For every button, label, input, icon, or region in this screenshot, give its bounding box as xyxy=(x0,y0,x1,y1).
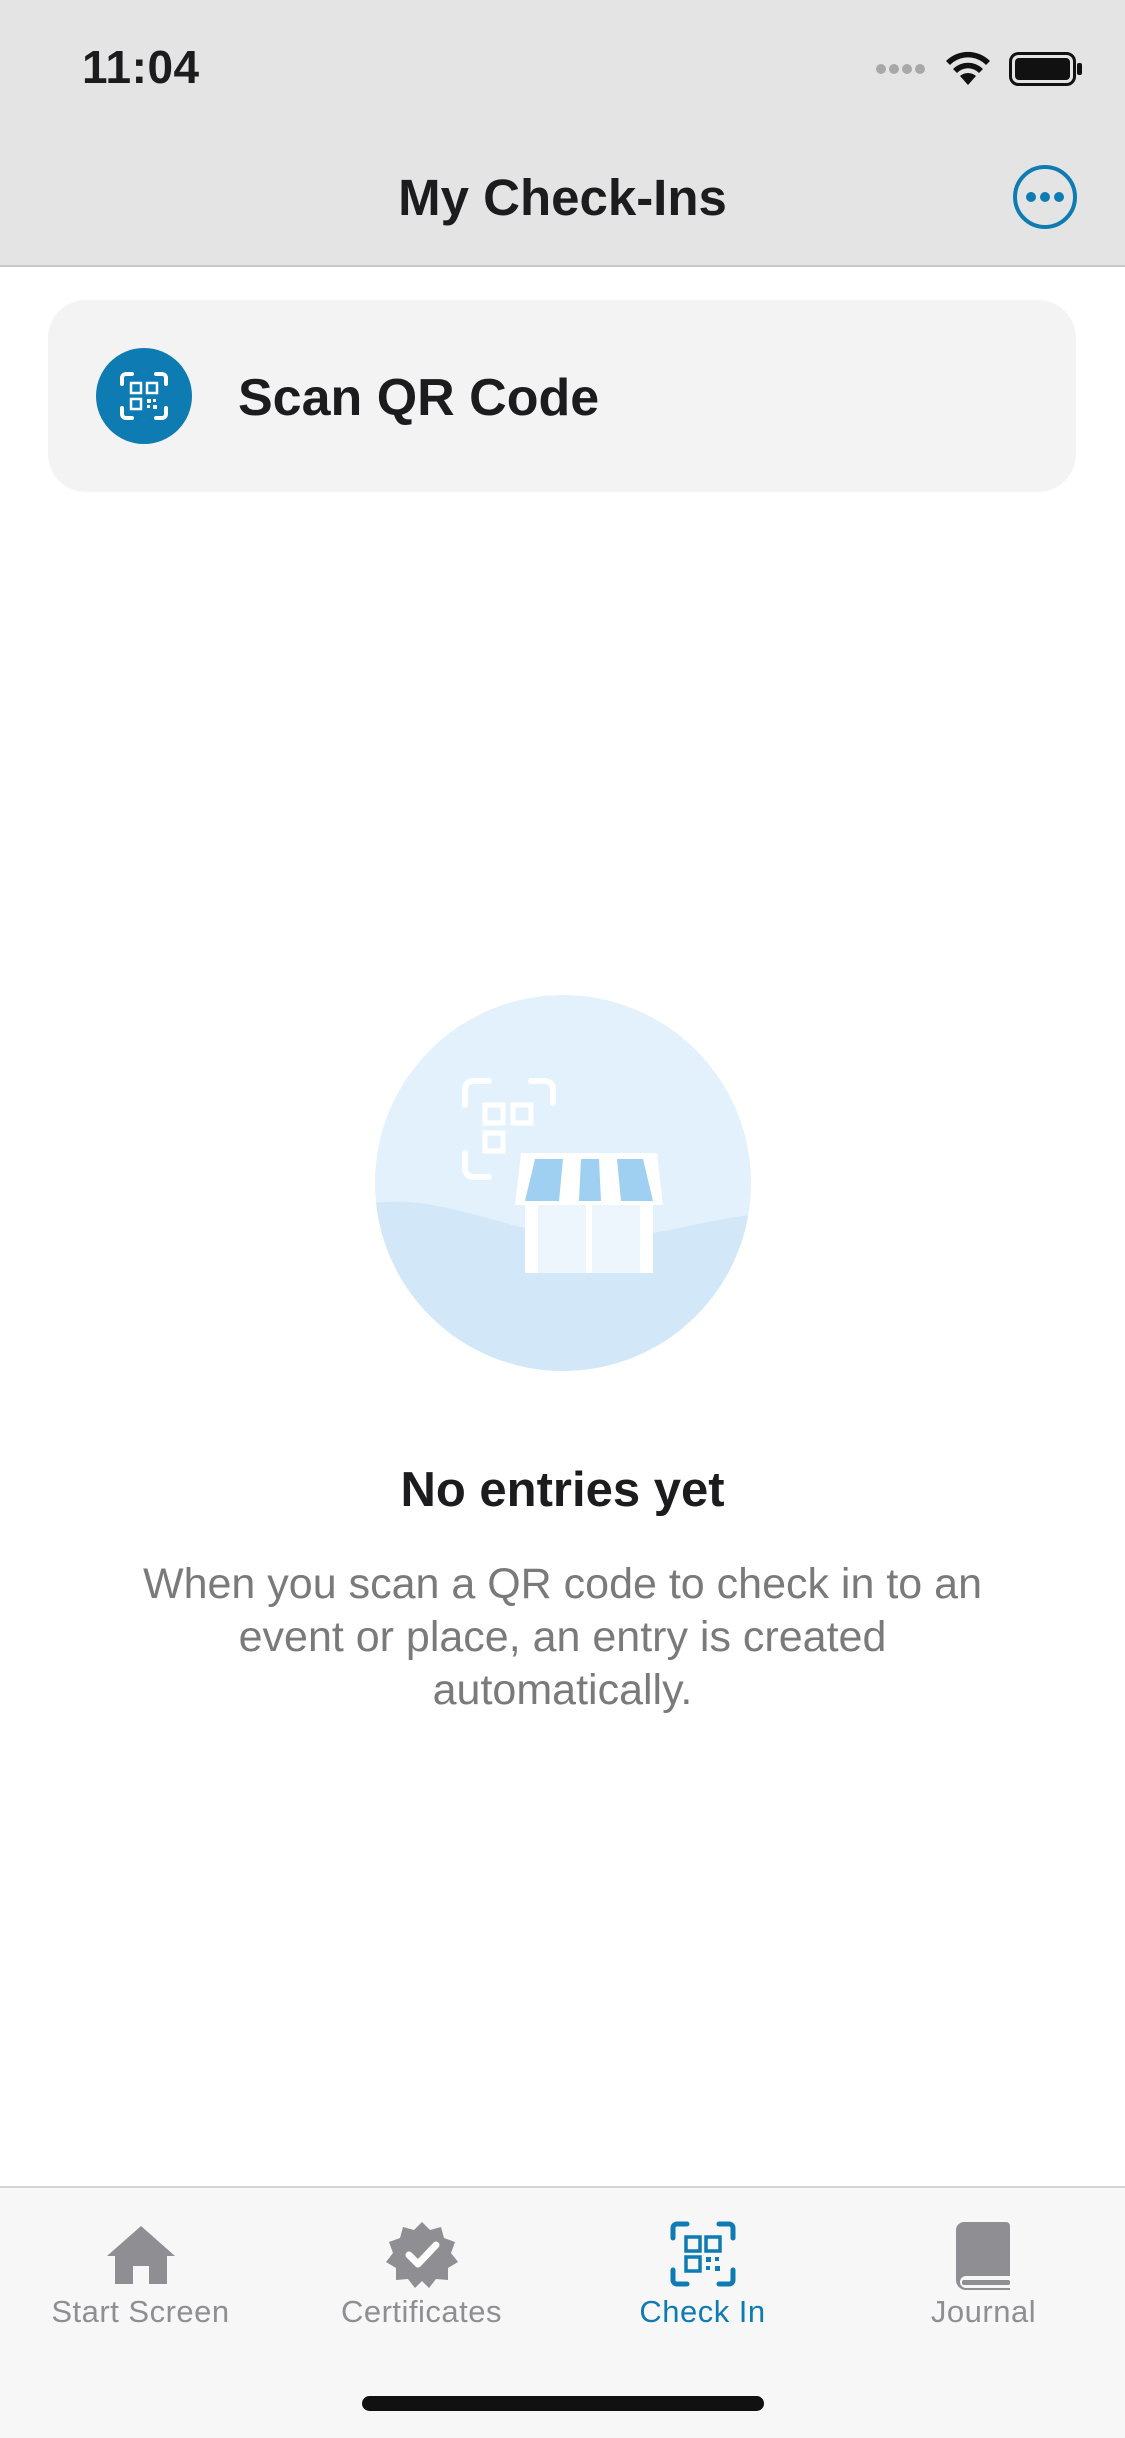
empty-state-description: When you scan a QR code to check in to a… xyxy=(143,1560,982,1714)
wifi-icon xyxy=(946,51,990,85)
qr-scan-icon xyxy=(670,2221,735,2287)
cellular-signal-icon xyxy=(876,64,925,74)
status-time: 11:04 xyxy=(82,41,200,93)
tab-check-in[interactable]: Check In xyxy=(562,2188,843,2358)
tab-label: Certificates xyxy=(340,2294,503,2329)
tab-label: Start Screen xyxy=(51,2294,230,2329)
book-icon xyxy=(955,2222,1010,2290)
navigation-header: 11:04 My Check-Ins xyxy=(0,0,1125,267)
qr-scan-icon xyxy=(96,348,192,444)
home-icon xyxy=(106,2226,175,2284)
page-title: My Check-Ins xyxy=(398,169,727,226)
tab-start-screen[interactable]: Start Screen xyxy=(0,2188,281,2358)
tab-journal[interactable]: Journal xyxy=(843,2188,1124,2358)
home-indicator[interactable] xyxy=(362,2396,764,2411)
more-options-button[interactable] xyxy=(1012,164,1078,230)
battery-icon xyxy=(1009,52,1082,86)
tab-certificates[interactable]: Certificates xyxy=(281,2188,562,2358)
scan-qr-code-label: Scan QR Code xyxy=(238,369,600,427)
status-icons xyxy=(875,44,1083,94)
scan-qr-code-button[interactable]: Scan QR Code xyxy=(48,300,1076,492)
tab-label: Check In xyxy=(639,2294,766,2329)
certificate-badge-icon xyxy=(385,2222,458,2288)
tab-label: Journal xyxy=(930,2294,1037,2329)
empty-checkin-illustration xyxy=(375,995,751,1371)
empty-state-title: No entries yet xyxy=(400,1463,725,1517)
